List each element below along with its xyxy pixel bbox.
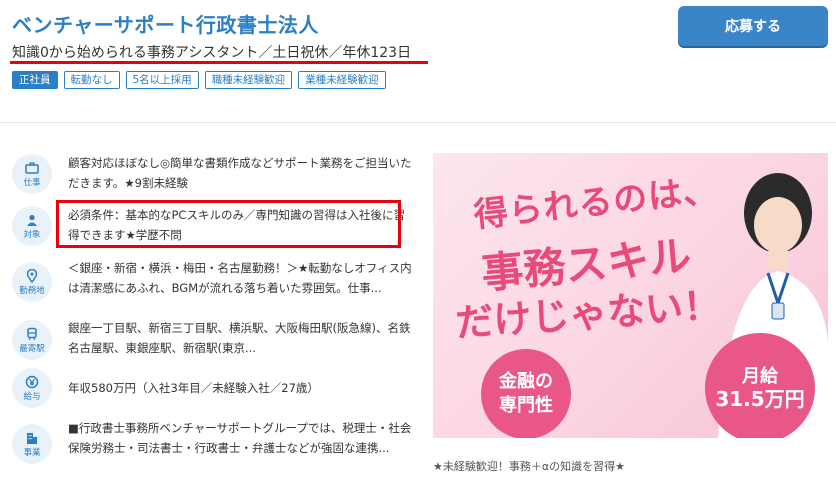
train-icon [27, 327, 37, 340]
yen-coin-icon [25, 375, 39, 388]
highlight-underline [10, 61, 428, 64]
detail-label: 最寄駅 [19, 343, 45, 354]
detail-icon-wrap: 最寄駅 [12, 320, 52, 360]
highlight-box [56, 200, 401, 248]
banner-caption: ★未経験歓迎！事務＋αの知識を習得★ [433, 460, 625, 473]
tag-hiring-count: 5名以上採用 [125, 71, 199, 89]
detail-icon-wrap: 対象 [12, 206, 52, 246]
badge-finance-line1: 金融の [499, 371, 553, 392]
badge-salary-line1: 月給 [742, 366, 778, 387]
badge-salary: 月給 31.5万円 [705, 333, 815, 438]
detail-text: ■行政書士事務所ベンチャーサポートグループでは、税理士・社会保険労務士・司法書士… [68, 421, 412, 455]
detail-icon-wrap: 勤務地 [12, 262, 52, 302]
apply-button[interactable]: 応募する [678, 6, 828, 46]
tag-industry-inexperienced: 業種未経験歓迎 [298, 71, 386, 89]
company-name[interactable]: ベンチャーサポート行政書士法人 [12, 9, 319, 38]
detail-label: 事業 [23, 447, 41, 458]
location-pin-icon [26, 268, 38, 283]
briefcase-icon [25, 161, 39, 174]
job-header: ベンチャーサポート行政書士法人 知識0から始められる事務アシスタント／土日祝休／… [0, 0, 836, 122]
tag-list: 正社員 転勤なし 5名以上採用 職種未経験歓迎 業種未経験歓迎 [12, 71, 386, 89]
tag-no-transfer: 転勤なし [63, 71, 120, 89]
divider [0, 122, 836, 123]
detail-icon-wrap: 給与 [12, 368, 52, 408]
detail-icon-wrap: 事業 [12, 424, 52, 464]
detail-text: 顧客対応ほぼなし◎簡単な書類作成などサポート業務をご担当いただきます。★9割未経… [68, 156, 412, 190]
detail-icon-wrap: 仕事 [12, 154, 52, 194]
badge-finance-line2: 専門性 [499, 395, 553, 416]
detail-label: 給与 [23, 391, 41, 402]
job-title[interactable]: 知識0から始められる事務アシスタント／土日祝休／年休123日 [12, 42, 411, 62]
badge-finance: 金融の 専門性 [481, 349, 571, 438]
detail-text: 銀座一丁目駅、新宿三丁目駅、横浜駅、大阪梅田駅(阪急線)、名鉄名古屋駅、東銀座駅… [68, 321, 411, 355]
detail-label: 勤務地 [19, 285, 45, 296]
promo-banner[interactable]: 得られるのは、 事務スキル だけじゃない！ 金融の 専門性 月給 31.5万円 [433, 153, 828, 438]
detail-text: 年収580万円（入社3年目／未経験入社／27歳） [68, 381, 319, 395]
tag-job-inexperienced: 職種未経験歓迎 [204, 71, 293, 89]
person-icon [27, 214, 37, 226]
detail-label: 仕事 [23, 177, 41, 188]
detail-label: 対象 [23, 229, 41, 240]
detail-text: ＜銀座・新宿・横浜・梅田・名古屋勤務！＞★転勤なしオフィス内は清潔感にあふれ、B… [68, 261, 412, 295]
badge-salary-line2: 31.5万円 [715, 387, 805, 411]
tag-employment-type: 正社員 [12, 71, 58, 89]
building-icon [27, 432, 37, 444]
